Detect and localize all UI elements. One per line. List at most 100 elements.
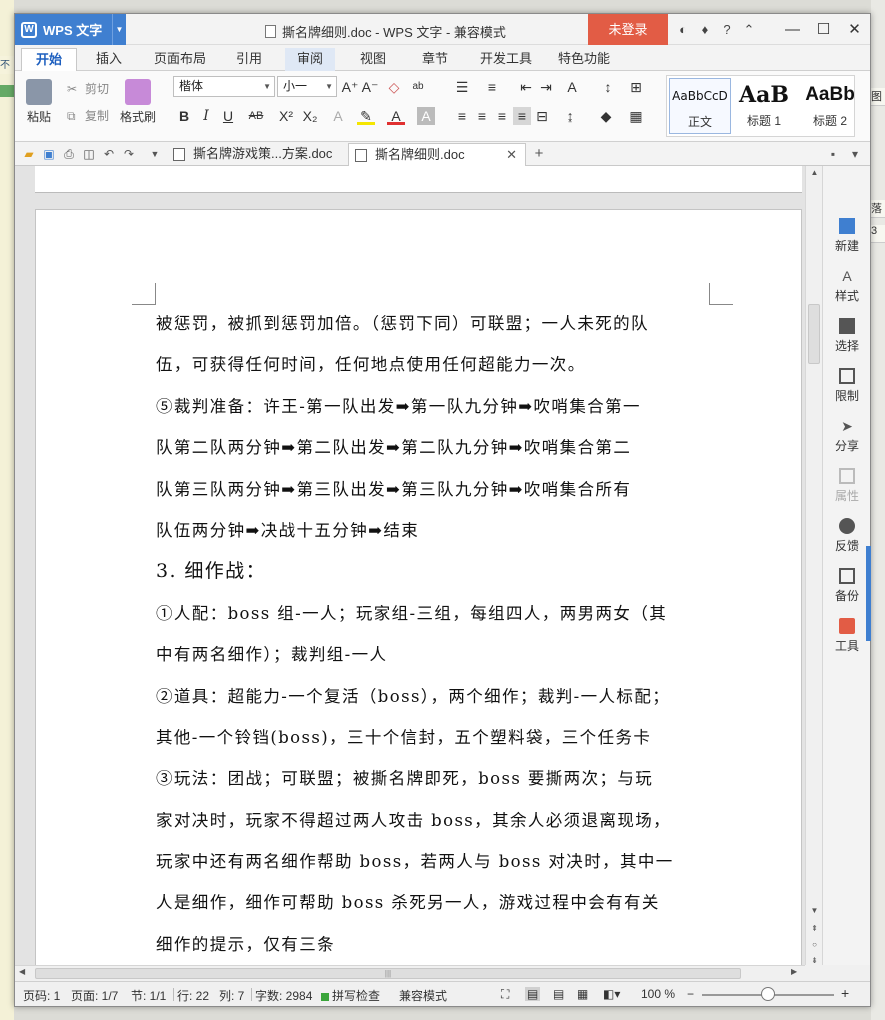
- status-section[interactable]: 节: 1/1: [131, 987, 166, 1004]
- collapse-ribbon-icon[interactable]: ⌃: [738, 22, 760, 38]
- distribute-icon[interactable]: ⊟: [533, 107, 551, 125]
- status-column[interactable]: 列: 7: [219, 987, 244, 1004]
- tab-review[interactable]: 审阅: [285, 48, 335, 71]
- scroll-down-icon[interactable]: ▼: [806, 906, 823, 915]
- prev-page-icon[interactable]: ⇞: [806, 924, 823, 933]
- align-justify-icon[interactable]: ≡: [513, 107, 531, 125]
- bullet-list-icon[interactable]: ☰: [453, 78, 471, 96]
- taskpane-share[interactable]: ➤ 分享: [823, 418, 871, 454]
- print-preview-icon[interactable]: ◫: [81, 146, 97, 162]
- text-effect-icon[interactable]: A: [329, 107, 347, 125]
- italic-icon[interactable]: I: [197, 107, 215, 125]
- document-page[interactable]: 被惩罚，被抓到惩罚加倍。（惩罚下同）可联盟；一人未死的队 伍，可获得任何时间，任…: [35, 209, 802, 969]
- cut-button[interactable]: ✂ 剪切: [67, 80, 109, 97]
- line-spacing-icon[interactable]: ↨: [561, 107, 579, 125]
- table-border-icon[interactable]: ⊞: [627, 78, 645, 96]
- zoom-slider-thumb[interactable]: [761, 987, 775, 1001]
- tab-references[interactable]: 引用: [227, 48, 271, 71]
- font-size-select[interactable]: 小一 ▼: [277, 76, 337, 97]
- tab-view[interactable]: 视图: [351, 48, 395, 71]
- align-right-icon[interactable]: ≡: [493, 107, 511, 125]
- zoom-level[interactable]: 100 %: [641, 987, 675, 1001]
- open-folder-icon[interactable]: ▰: [21, 146, 37, 162]
- close-icon[interactable]: ✕: [839, 14, 870, 45]
- tab-chapter[interactable]: 章节: [413, 48, 457, 71]
- help-icon[interactable]: ?: [716, 22, 738, 37]
- close-tab-icon[interactable]: ✕: [506, 144, 517, 166]
- taskpane-new[interactable]: 新建: [823, 218, 871, 254]
- vertical-scrollbar[interactable]: ▲ ▼ ⇞ ○ ⇟: [805, 166, 822, 965]
- status-word-count[interactable]: 字数: 2984: [255, 987, 312, 1004]
- horizontal-scroll-thumb[interactable]: |||: [35, 968, 741, 979]
- tab-developer[interactable]: 开发工具: [473, 48, 539, 71]
- scroll-left-icon[interactable]: ◀: [19, 967, 25, 976]
- zoom-in-icon[interactable]: +: [841, 985, 849, 1001]
- print-icon[interactable]: ⎙: [61, 146, 77, 162]
- shading-fill-icon[interactable]: ◆: [597, 107, 615, 125]
- taskpane-backup[interactable]: 备份: [823, 568, 871, 604]
- sort-icon[interactable]: ↕: [599, 78, 617, 96]
- align-center-icon[interactable]: ≡: [473, 107, 491, 125]
- paste-button[interactable]: 粘贴: [21, 79, 57, 125]
- shrink-font-icon[interactable]: A⁻: [361, 78, 379, 96]
- superscript-icon[interactable]: X²: [277, 107, 295, 125]
- font-name-select[interactable]: 楷体 ▼: [173, 76, 275, 97]
- copy-button[interactable]: ⧉ 复制: [67, 107, 109, 124]
- maximize-icon[interactable]: ☐: [808, 14, 839, 45]
- wps-app-menu-button[interactable]: W WPS 文字 ▼: [15, 14, 126, 45]
- minimize-icon[interactable]: —: [777, 14, 808, 45]
- change-case-icon[interactable]: A: [563, 78, 581, 96]
- vertical-scroll-thumb[interactable]: [808, 304, 820, 364]
- tab-features[interactable]: 特色功能: [551, 48, 617, 71]
- taskpane-tools[interactable]: 工具: [823, 618, 871, 654]
- style-normal[interactable]: AaBbCcD 正文: [669, 78, 731, 134]
- web-view-icon[interactable]: ▦: [577, 987, 588, 1001]
- tab-close-all-icon[interactable]: ▾: [847, 146, 863, 162]
- status-spell-check[interactable]: 拼写检查: [321, 987, 380, 1004]
- grow-font-icon[interactable]: A⁺: [341, 78, 359, 96]
- format-painter-button[interactable]: 格式刷: [119, 79, 157, 125]
- taskpane-feedback[interactable]: 反馈: [823, 518, 871, 554]
- login-button[interactable]: 未登录: [588, 14, 668, 45]
- status-pages[interactable]: 页面: 1/7: [71, 987, 118, 1004]
- taskpane-properties[interactable]: 属性: [823, 468, 871, 504]
- font-color-icon[interactable]: A: [387, 107, 405, 125]
- reading-mode-icon[interactable]: ◧▾: [603, 987, 620, 1001]
- highlight-icon[interactable]: ✎: [357, 107, 375, 125]
- scroll-right-icon[interactable]: ▶: [791, 967, 797, 976]
- taskpane-select[interactable]: 选择: [823, 318, 871, 354]
- subscript-icon[interactable]: X₂: [301, 107, 319, 125]
- document-body[interactable]: 被惩罚，被抓到惩罚加倍。（惩罚下同）可联盟；一人未死的队 伍，可获得任何时间，任…: [156, 303, 712, 965]
- numbered-list-icon[interactable]: ≡: [483, 78, 501, 96]
- cloud-icon[interactable]: ◐: [672, 22, 694, 37]
- borders-icon[interactable]: ▦: [627, 107, 645, 125]
- page-view-icon[interactable]: ▤: [525, 987, 541, 1001]
- save-icon[interactable]: ▣: [41, 146, 57, 162]
- new-tab-icon[interactable]: +: [531, 146, 547, 162]
- taskpane-styles[interactable]: A 样式: [823, 268, 871, 304]
- phonetic-icon[interactable]: ab: [409, 78, 427, 96]
- strikethrough-icon[interactable]: AB: [247, 107, 265, 125]
- tab-list-icon[interactable]: ▪: [825, 146, 841, 162]
- skin-icon[interactable]: ♦: [694, 22, 716, 37]
- undo-icon[interactable]: ↶: [101, 146, 117, 162]
- task-pane-collapse-handle[interactable]: [866, 546, 871, 641]
- style-heading-1[interactable]: AaB 标题 1: [733, 78, 795, 134]
- horizontal-scrollbar[interactable]: ◀ ||| ▶: [15, 965, 805, 981]
- doc-tab-2[interactable]: 撕名牌细则.doc ✕: [348, 143, 526, 166]
- customize-dropdown-icon[interactable]: ▼: [147, 146, 163, 162]
- tab-insert[interactable]: 插入: [87, 48, 131, 71]
- status-row[interactable]: 行: 22: [177, 987, 209, 1004]
- underline-icon[interactable]: U: [219, 107, 237, 125]
- full-screen-icon[interactable]: ⛶: [501, 987, 509, 1002]
- redo-icon[interactable]: ↷: [121, 146, 137, 162]
- status-page-number[interactable]: 页码: 1: [23, 987, 60, 1004]
- outline-view-icon[interactable]: ▤: [553, 987, 564, 1001]
- next-page-icon[interactable]: ⇟: [806, 956, 823, 965]
- doc-tab-1[interactable]: 撕名牌游戏策...方案.doc: [167, 143, 343, 166]
- style-heading-2[interactable]: AaBb 标题 2: [795, 78, 854, 134]
- bold-icon[interactable]: B: [175, 107, 193, 125]
- zoom-out-icon[interactable]: −: [687, 987, 694, 1001]
- align-left-icon[interactable]: ≡: [453, 107, 471, 125]
- browse-object-icon[interactable]: ○: [806, 940, 823, 949]
